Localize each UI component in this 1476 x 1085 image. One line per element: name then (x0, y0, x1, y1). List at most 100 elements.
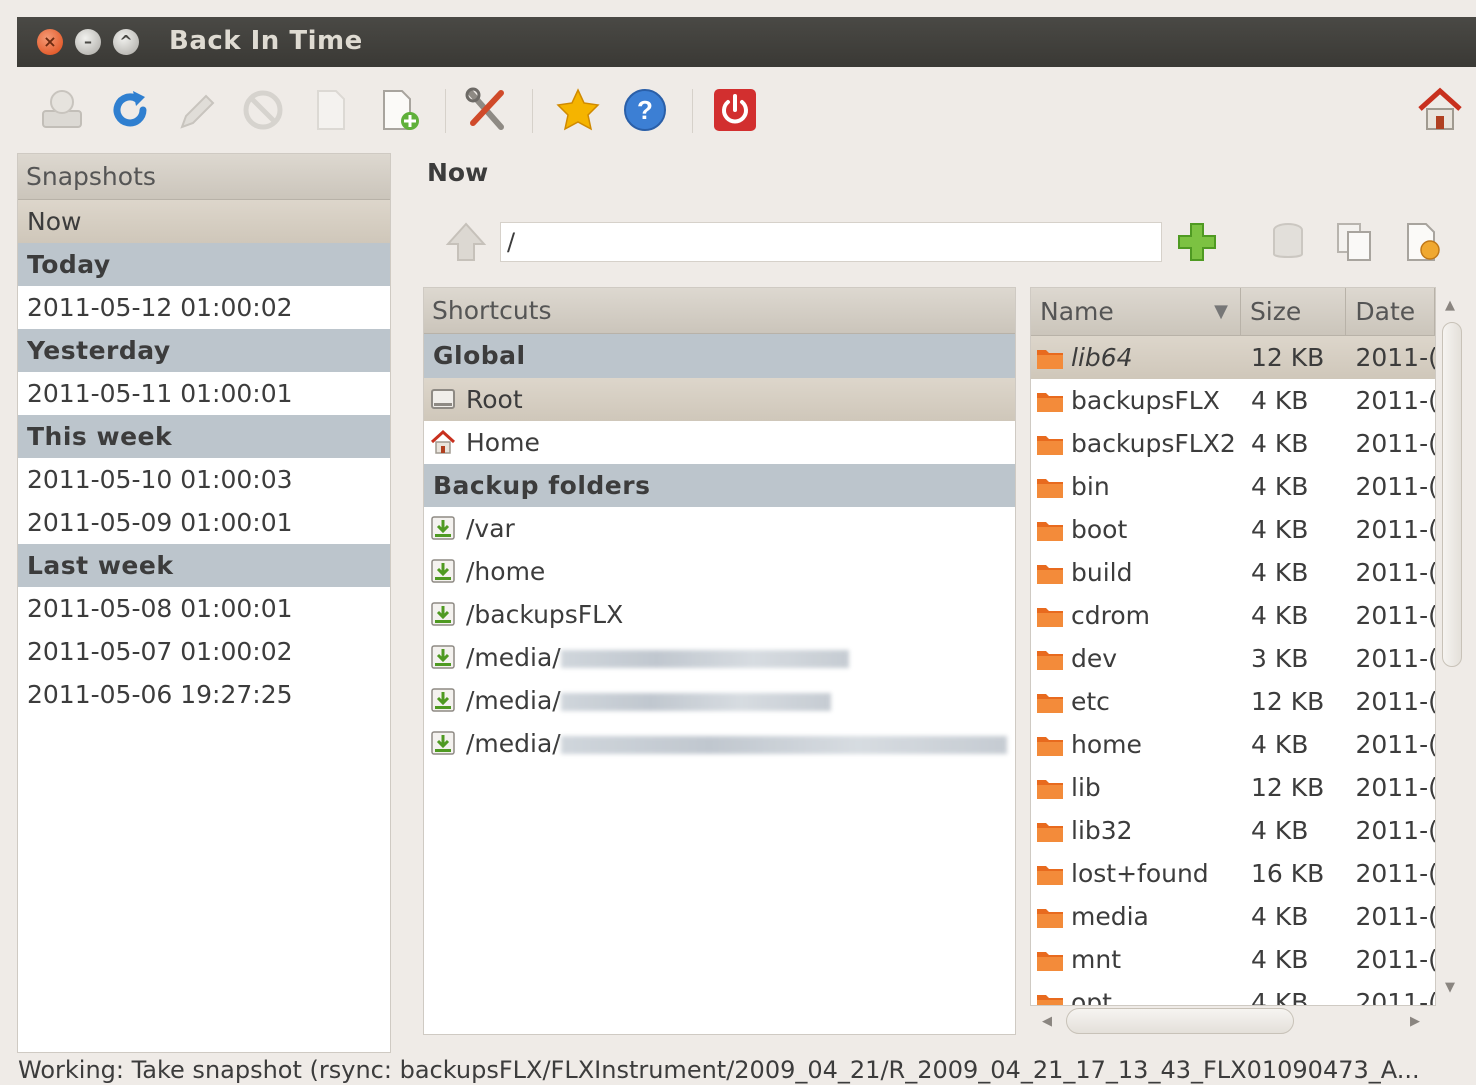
file-row[interactable]: opt 4 KB 2011-( (1031, 981, 1435, 1005)
files-list[interactable]: Name ▼ Size Date lib64 12 KB 2011-(backupsF… (1030, 287, 1436, 1006)
snapshot-item[interactable]: 2011-05-07 01:00:02 (18, 630, 390, 673)
snapshot-item[interactable]: 2011-05-09 01:00:01 (18, 501, 390, 544)
file-row[interactable]: backupsFLX 4 KB 2011-( (1031, 379, 1435, 422)
restore-icon (1273, 223, 1303, 258)
folder-icon (1037, 866, 1063, 885)
shortcuts-list[interactable]: Shortcuts Global Root Home Backup folder… (423, 287, 1016, 1035)
file-row[interactable]: lib64 12 KB 2011-( (1031, 336, 1435, 379)
scroll-down-arrow[interactable]: ▼ (1445, 980, 1455, 995)
snapshot-item[interactable]: 2011-05-06 19:27:25 (18, 673, 390, 716)
snapshot-item[interactable]: 2011-05-12 01:00:02 (18, 286, 390, 329)
snapshot-now[interactable]: Now (18, 200, 390, 243)
home-icon (1418, 87, 1462, 130)
svg-text:?: ? (637, 95, 653, 125)
home-button[interactable] (1415, 85, 1465, 135)
snapshots-header[interactable]: Snapshots (18, 154, 390, 200)
shutdown-button[interactable] (710, 85, 760, 135)
window-close-button[interactable]: × (37, 29, 63, 55)
folder-icon (1037, 565, 1063, 584)
document-icon (317, 90, 345, 130)
up-arrow-icon (445, 222, 487, 261)
help-button[interactable]: ? (620, 85, 670, 135)
column-header-name[interactable]: Name ▼ (1031, 288, 1241, 335)
backup-folder-label: /media/ (466, 729, 561, 758)
file-row[interactable]: backupsFLX2 4 KB 2011-( (1031, 422, 1435, 465)
file-row[interactable]: home 4 KB 2011-( (1031, 723, 1435, 766)
file-date-cell: 2011-( (1355, 945, 1435, 974)
redacted-path (560, 650, 849, 668)
restore-button[interactable] (1264, 218, 1312, 266)
folder-up-button[interactable] (444, 220, 488, 270)
vertical-scroll-thumb[interactable] (1442, 322, 1462, 667)
backup-folder-item[interactable]: /backupsFLX (424, 593, 1015, 636)
file-row[interactable]: lib 12 KB 2011-( (1031, 766, 1435, 809)
file-row[interactable]: boot 4 KB 2011-( (1031, 508, 1435, 551)
view-log-button[interactable] (306, 85, 356, 135)
snapshots-dialog-button[interactable] (1398, 218, 1446, 266)
file-row[interactable]: build 4 KB 2011-( (1031, 551, 1435, 594)
snapshot-group-this-week: This week (18, 415, 390, 458)
file-name-cell: bin (1031, 465, 1241, 508)
scroll-up-arrow[interactable]: ▲ (1445, 298, 1455, 313)
horizontal-scroll-thumb[interactable] (1066, 1008, 1294, 1034)
scroll-left-arrow[interactable]: ◀ (1042, 1014, 1052, 1029)
backup-folder-label: /media/ (466, 686, 561, 715)
shortcut-root[interactable]: Root (424, 378, 1015, 421)
file-size-cell: 16 KB (1251, 859, 1325, 888)
file-date-cell: 2011-( (1355, 343, 1435, 372)
file-row[interactable]: dev 3 KB 2011-( (1031, 637, 1435, 680)
backup-folder-item[interactable]: /media/ (424, 636, 1015, 679)
file-date-cell: 2011-( (1355, 601, 1435, 630)
snapshot-group-yesterday: Yesterday (18, 329, 390, 372)
path-input[interactable]: / (500, 222, 1162, 262)
title-bar: × – ^ Back In Time (17, 17, 1476, 67)
folder-icon (1037, 823, 1063, 842)
backup-folder-item[interactable]: /home (424, 550, 1015, 593)
shortcut-home[interactable]: Home (424, 421, 1015, 464)
file-row[interactable]: lost+found 16 KB 2011-( (1031, 852, 1435, 895)
snapshot-group-today: Today (18, 243, 390, 286)
file-row[interactable]: cdrom 4 KB 2011-( (1031, 594, 1435, 637)
snapshot-item[interactable]: 2011-05-10 01:00:03 (18, 458, 390, 501)
edit-button[interactable] (172, 85, 222, 135)
snapshots-list[interactable]: Snapshots Now Today 2011-05-12 01:00:02 … (17, 153, 391, 1053)
help-icon: ? (624, 89, 666, 131)
file-row[interactable]: media 4 KB 2011-( (1031, 895, 1435, 938)
scroll-right-arrow[interactable]: ▶ (1410, 1014, 1420, 1029)
settings-button[interactable] (461, 85, 511, 135)
file-row[interactable]: lib32 4 KB 2011-( (1031, 809, 1435, 852)
folder-icon (1037, 479, 1063, 498)
file-size-cell: 12 KB (1251, 343, 1325, 372)
file-row[interactable]: bin 4 KB 2011-( (1031, 465, 1435, 508)
file-row[interactable]: mnt 4 KB 2011-( (1031, 938, 1435, 981)
backup-folder-item[interactable]: /media/ (424, 722, 1015, 765)
file-size-cell: 4 KB (1251, 472, 1309, 501)
file-row[interactable]: etc 12 KB 2011-( (1031, 680, 1435, 723)
folder-icon (1037, 952, 1063, 971)
file-date-cell: 2011-( (1355, 515, 1435, 544)
column-header-size[interactable]: Size (1241, 288, 1347, 335)
files-header: Name ▼ Size Date (1031, 288, 1435, 336)
snapshot-item[interactable]: 2011-05-08 01:00:01 (18, 587, 390, 630)
file-name-cell: dev (1031, 637, 1241, 680)
shortcuts-header[interactable]: Shortcuts (424, 288, 1015, 334)
file-date-cell: 2011-( (1355, 816, 1435, 845)
column-header-date[interactable]: Date (1346, 288, 1435, 335)
status-bar: Working: Take snapshot (rsync: backupsFL… (18, 1056, 1420, 1084)
take-snapshot-button[interactable] (37, 85, 87, 135)
window-minimize-button[interactable]: – (75, 29, 101, 55)
window-maximize-button[interactable]: ^ (113, 29, 139, 55)
remove-button[interactable] (238, 85, 288, 135)
snapshot-item[interactable]: 2011-05-11 01:00:01 (18, 372, 390, 415)
sort-down-icon: ▼ (1214, 301, 1228, 322)
add-to-include-button[interactable] (1173, 218, 1221, 266)
file-size-cell: 4 KB (1251, 945, 1309, 974)
refresh-button[interactable] (105, 85, 155, 135)
copy-button[interactable] (1330, 218, 1378, 266)
power-icon (714, 89, 756, 131)
view-last-log-button[interactable] (374, 85, 424, 135)
backup-folder-item[interactable]: /media/ (424, 679, 1015, 722)
folder-icon (1037, 608, 1063, 627)
backup-folder-item[interactable]: /var (424, 507, 1015, 550)
donate-button[interactable] (553, 85, 603, 135)
